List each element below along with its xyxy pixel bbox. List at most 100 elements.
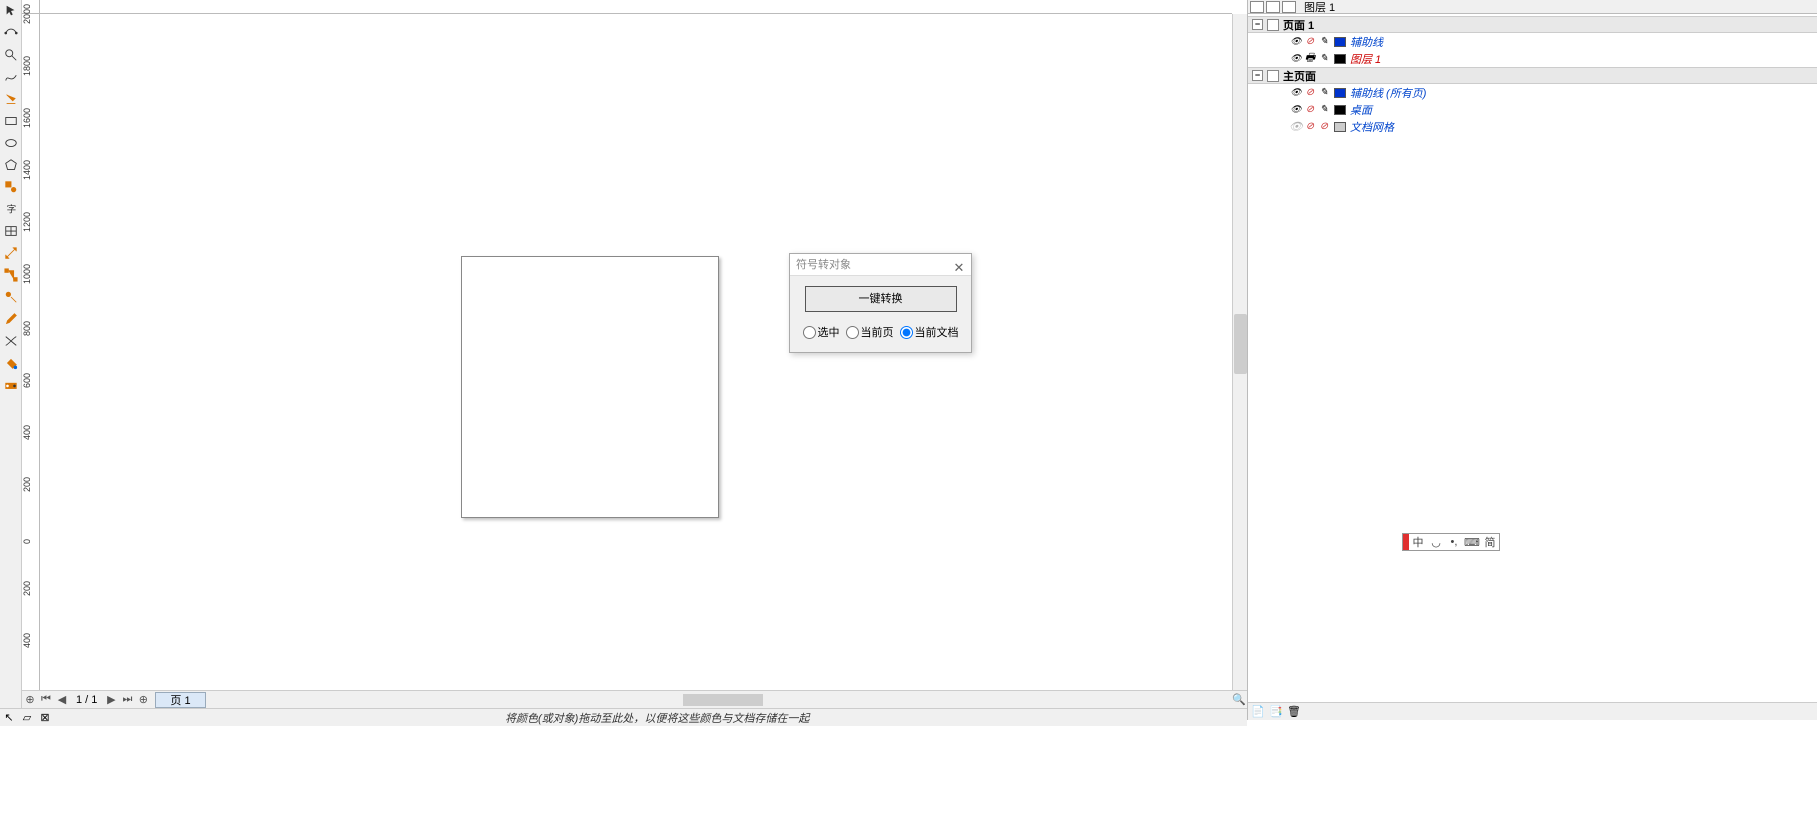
page-counter: 1 / 1 xyxy=(70,694,103,706)
ruler-horizontal[interactable] xyxy=(40,0,1232,14)
ruler-tick: 1600 xyxy=(22,111,32,128)
layer-pages-icon[interactable] xyxy=(1282,1,1296,13)
svg-text:字: 字 xyxy=(7,204,17,216)
scrollbar-thumb[interactable] xyxy=(683,694,763,706)
canvas[interactable] xyxy=(40,14,1232,690)
zoom-icon[interactable]: 🔍 xyxy=(1231,692,1247,708)
editable-icon[interactable] xyxy=(1318,104,1330,116)
layer-color-swatch[interactable] xyxy=(1334,54,1346,64)
add-page-after-icon[interactable]: ⊕ xyxy=(135,692,151,708)
text-tool[interactable]: 字 xyxy=(0,198,22,220)
layer-color-swatch[interactable] xyxy=(1334,88,1346,98)
connector-tool[interactable] xyxy=(0,264,22,286)
eyedropper-tool[interactable] xyxy=(0,308,22,330)
ruler-tick: 400 xyxy=(22,631,32,648)
ruler-tick: 1400 xyxy=(22,163,32,180)
ime-keyboard-icon[interactable]: ⌨ xyxy=(1463,536,1481,549)
tree-master-page[interactable]: − 主页面 xyxy=(1248,67,1817,84)
ruler-vertical[interactable]: 2000 1800 1600 1400 1200 1000 800 600 40… xyxy=(22,14,40,690)
new-master-layer-icon[interactable]: 📑 xyxy=(1268,705,1284,719)
convert-button[interactable]: 一键转换 xyxy=(805,286,957,312)
tree-layer-desktop[interactable]: 桌面 xyxy=(1248,101,1817,118)
visible-icon[interactable] xyxy=(1290,53,1302,65)
radio-selected[interactable]: 选中 xyxy=(803,324,840,340)
radio-current-doc[interactable]: 当前文档 xyxy=(900,324,959,340)
page-rectangle[interactable] xyxy=(461,256,719,518)
layer-color-swatch[interactable] xyxy=(1334,122,1346,132)
scrollbar-vertical[interactable] xyxy=(1232,14,1247,690)
print-disabled-icon[interactable] xyxy=(1304,36,1316,48)
ruler-tick: 400 xyxy=(22,423,32,440)
print-disabled-icon[interactable] xyxy=(1304,121,1316,133)
visible-off-icon[interactable]: 👁 xyxy=(1290,121,1302,133)
collapse-icon[interactable]: − xyxy=(1252,19,1263,30)
visible-icon[interactable] xyxy=(1290,104,1302,116)
fill-swatch-icon[interactable]: ▱ xyxy=(18,710,36,726)
delete-layer-icon[interactable]: 🗑 xyxy=(1286,705,1302,719)
freehand-tool[interactable] xyxy=(0,66,22,88)
dialog-body: 一键转换 选中 当前页 当前文档 xyxy=(790,276,971,350)
ellipse-tool[interactable] xyxy=(0,132,22,154)
visible-icon[interactable] xyxy=(1290,36,1302,48)
tree-layer-master-guides[interactable]: 辅助线 (所有页) xyxy=(1248,84,1817,101)
fill-tool[interactable] xyxy=(0,352,22,374)
rectangle-tool[interactable] xyxy=(0,110,22,132)
ime-mode[interactable]: 中 xyxy=(1409,534,1427,550)
ruler-tick: 1200 xyxy=(22,215,32,232)
pick-tool[interactable] xyxy=(0,0,22,22)
tree-layer-layer1[interactable]: 🖶 图层 1 xyxy=(1248,50,1817,67)
printable-icon[interactable]: 🖶 xyxy=(1304,53,1316,65)
interactive-tool[interactable] xyxy=(0,286,22,308)
collapse-icon[interactable]: − xyxy=(1252,70,1263,81)
no-fill-icon[interactable]: ⊠ xyxy=(36,710,54,726)
print-disabled-icon[interactable] xyxy=(1304,104,1316,116)
basic-shapes-tool[interactable] xyxy=(0,176,22,198)
outline-tool[interactable] xyxy=(0,330,22,352)
cursor-pos-icon: ↖ xyxy=(0,710,18,726)
ime-width-icon[interactable]: •, xyxy=(1445,536,1463,548)
dimension-tool[interactable] xyxy=(0,242,22,264)
ime-punct-icon[interactable]: ◡ xyxy=(1427,536,1445,549)
add-page-icon[interactable]: ⊕ xyxy=(22,692,38,708)
zoom-tool[interactable] xyxy=(0,44,22,66)
tree-page-1[interactable]: − 页面 1 xyxy=(1248,16,1817,33)
polygon-tool[interactable] xyxy=(0,154,22,176)
interactive-fill-tool[interactable] xyxy=(0,374,22,396)
last-page-icon[interactable]: ⏭ xyxy=(119,692,135,708)
page-navigator: ⊕ ⏮ ◀ 1 / 1 ▶ ⏭ ⊕ 页 1 🔍 xyxy=(22,690,1247,708)
prev-page-icon[interactable]: ◀ xyxy=(54,692,70,708)
radio-current-page[interactable]: 当前页 xyxy=(846,324,894,340)
table-tool[interactable] xyxy=(0,220,22,242)
editable-icon[interactable] xyxy=(1318,53,1330,65)
layer-color-swatch[interactable] xyxy=(1334,105,1346,115)
editable-icon[interactable] xyxy=(1318,87,1330,99)
shape-tool[interactable] xyxy=(0,22,22,44)
scrollbar-horizontal[interactable] xyxy=(216,693,1231,707)
ime-indicator[interactable]: 中 ◡ •, ⌨ 简 xyxy=(1402,533,1500,551)
ruler-tick: 0 xyxy=(22,527,32,544)
layer-tree: − 页面 1 辅助线 🖶 图层 1 − 主页面 辅助线 (所有页) 桌面 xyxy=(1248,14,1817,137)
scrollbar-thumb[interactable] xyxy=(1234,314,1247,374)
new-layer-icon[interactable]: 📄 xyxy=(1250,705,1266,719)
ruler-tick: 1800 xyxy=(22,59,32,76)
active-layer-label: 图层 1 xyxy=(1304,0,1335,15)
next-page-icon[interactable]: ▶ xyxy=(103,692,119,708)
layer-view-icon[interactable] xyxy=(1250,1,1264,13)
page-tab-1[interactable]: 页 1 xyxy=(155,692,205,708)
smart-fill-tool[interactable] xyxy=(0,88,22,110)
first-page-icon[interactable]: ⏮ xyxy=(38,692,54,708)
symbol-convert-dialog: 符号转对象 ✕ 一键转换 选中 当前页 当前文档 xyxy=(789,253,972,353)
page-icon xyxy=(1267,19,1279,31)
ime-charset[interactable]: 简 xyxy=(1481,534,1499,550)
edit-disabled-icon[interactable] xyxy=(1318,121,1330,133)
print-disabled-icon[interactable] xyxy=(1304,87,1316,99)
dialog-titlebar[interactable]: 符号转对象 ✕ xyxy=(790,254,971,276)
editable-icon[interactable] xyxy=(1318,36,1330,48)
ruler-tick: 200 xyxy=(22,475,32,492)
close-icon[interactable]: ✕ xyxy=(951,257,967,273)
layer-color-swatch[interactable] xyxy=(1334,37,1346,47)
layer-edit-icon[interactable] xyxy=(1266,1,1280,13)
visible-icon[interactable] xyxy=(1290,87,1302,99)
tree-layer-grid[interactable]: 👁 文档网格 xyxy=(1248,118,1817,135)
tree-layer-guides[interactable]: 辅助线 xyxy=(1248,33,1817,50)
